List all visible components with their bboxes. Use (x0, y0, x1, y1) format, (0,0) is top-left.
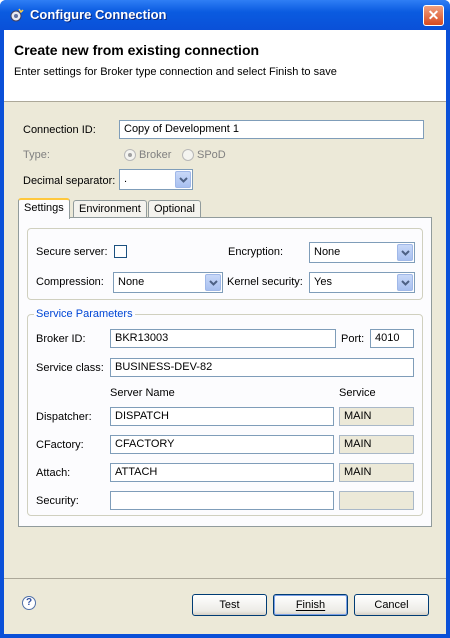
chevron-down-icon (397, 244, 413, 261)
broker-radio[interactable] (124, 149, 136, 161)
service-parameters-group: Service Parameters Broker ID: BKR13003 P… (27, 308, 423, 516)
encryption-label: Encryption: (228, 246, 284, 258)
service-class-label: Service class: (36, 362, 104, 374)
dialog-window: Configure Connection ✕ Create new from e… (0, 0, 450, 638)
test-button[interactable]: Test (192, 594, 267, 616)
port-label: Port: (341, 333, 365, 345)
banner-description: Enter settings for Broker type connectio… (14, 66, 337, 78)
close-button[interactable]: ✕ (423, 5, 444, 26)
broker-id-label: Broker ID: (36, 333, 86, 345)
tab-optional[interactable]: Optional (148, 200, 201, 218)
encryption-select[interactable]: None (309, 242, 415, 263)
broker-radio-label: Broker (139, 149, 172, 161)
compression-select[interactable]: None (113, 272, 223, 293)
encryption-value: None (314, 246, 341, 258)
dispatcher-server-input[interactable]: DISPATCH (110, 407, 334, 426)
compression-label: Compression: (36, 276, 104, 288)
title-bar[interactable]: Configure Connection ✕ (0, 0, 450, 30)
chevron-down-icon (397, 274, 413, 291)
window-title: Configure Connection (30, 7, 167, 22)
type-label: Type: (23, 149, 50, 161)
secure-server-label: Secure server: (36, 246, 108, 258)
decimal-separator-label: Decimal separator: (23, 175, 116, 187)
cfactory-server-input[interactable]: CFACTORY (110, 435, 334, 454)
tab-settings[interactable]: Settings (18, 198, 70, 219)
kernel-security-select[interactable]: Yes (309, 272, 415, 293)
port-input[interactable]: 4010 (370, 329, 414, 348)
attach-server-input[interactable]: ATTACH (110, 463, 334, 482)
settings-tab-panel: Secure server: Encryption: None Compress… (18, 217, 432, 527)
secure-server-checkbox[interactable] (114, 245, 127, 258)
security-label: Security: (36, 495, 79, 507)
header-banner: Create new from existing connection Ente… (4, 30, 446, 102)
dialog-client: Create new from existing connection Ente… (4, 30, 446, 634)
button-bar-separator (4, 578, 446, 579)
service-column-header: Service (339, 387, 376, 399)
finish-button-label: Finish (295, 599, 326, 611)
cancel-button[interactable]: Cancel (354, 594, 429, 616)
banner-title: Create new from existing connection (14, 42, 260, 58)
connection-app-icon (10, 8, 24, 22)
help-icon[interactable]: ? (22, 596, 36, 610)
dispatcher-label: Dispatcher: (36, 411, 92, 423)
spod-radio-label: SPoD (197, 149, 226, 161)
chevron-down-icon (175, 171, 191, 188)
attach-label: Attach: (36, 467, 71, 479)
broker-id-input[interactable]: BKR13003 (110, 329, 336, 348)
connection-id-input[interactable]: Copy of Development 1 (119, 120, 424, 139)
close-icon: ✕ (427, 7, 440, 23)
cfactory-service-field: MAIN (339, 435, 414, 454)
decimal-separator-value: . (124, 173, 128, 185)
attach-service-field: MAIN (339, 463, 414, 482)
service-parameters-title: Service Parameters (34, 308, 135, 320)
cfactory-label: CFactory: (36, 439, 84, 451)
spod-radio[interactable] (182, 149, 194, 161)
kernel-security-label: Kernel security: (227, 276, 303, 288)
compression-value: None (118, 276, 145, 288)
tab-environment[interactable]: Environment (73, 200, 147, 218)
security-server-input[interactable] (110, 491, 334, 510)
chevron-down-icon (205, 274, 221, 291)
server-name-column-header: Server Name (110, 387, 175, 399)
kernel-security-value: Yes (314, 276, 332, 288)
service-class-input[interactable]: BUSINESS-DEV-82 (110, 358, 414, 377)
dispatcher-service-field: MAIN (339, 407, 414, 426)
finish-button[interactable]: Finish (273, 594, 348, 616)
connection-id-label: Connection ID: (23, 124, 96, 136)
decimal-separator-select[interactable]: . (119, 169, 193, 190)
security-group: Secure server: Encryption: None Compress… (27, 228, 423, 300)
security-service-field (339, 491, 414, 510)
